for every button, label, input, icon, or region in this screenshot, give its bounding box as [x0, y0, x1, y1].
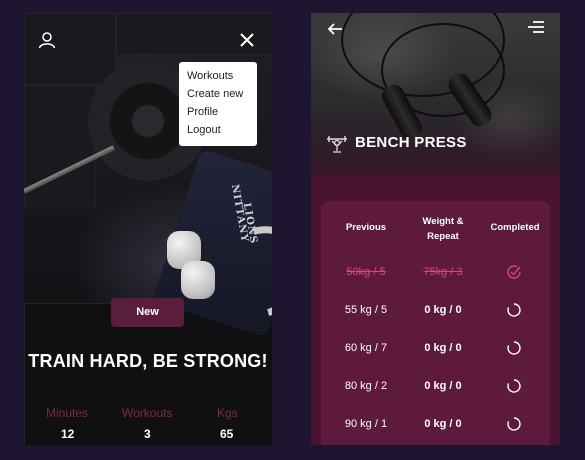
- bench-press-icon: [325, 131, 349, 159]
- menu-item-profile[interactable]: Profile: [179, 103, 257, 121]
- close-icon[interactable]: [240, 32, 254, 51]
- table-row: 60 kg / 7 0 kg / 0: [321, 341, 550, 379]
- new-button[interactable]: New: [111, 298, 184, 327]
- menu-item-logout[interactable]: Logout: [179, 121, 257, 139]
- header-previous: Previous: [345, 222, 387, 233]
- stat-value-kgs: 65: [220, 427, 234, 441]
- weight-repeat-cell[interactable]: 0 kg / 0: [403, 379, 483, 393]
- stat-label-workouts: Workouts: [122, 406, 173, 420]
- table-row: 55 kg / 5 0 kg / 0: [321, 303, 550, 341]
- exercise-title: BENCH PRESS: [355, 134, 467, 151]
- arrow-left-icon[interactable]: [327, 21, 343, 41]
- previous-cell: 80 kg / 2: [344, 380, 388, 392]
- check-circle-icon[interactable]: [506, 264, 522, 284]
- previous-cell: 90 kg / 1: [344, 418, 388, 430]
- home-screen: NITTANY LIONS Workouts Create new Profil…: [24, 13, 272, 445]
- user-icon[interactable]: [38, 31, 56, 53]
- weight-repeat-cell[interactable]: 0 kg / 0: [403, 341, 483, 355]
- previous-cell: 50kg / 5: [346, 266, 386, 278]
- table-row: 90 kg / 1 0 kg / 0: [321, 417, 550, 445]
- loading-circle-icon[interactable]: [506, 416, 522, 436]
- headphones-cup-right: [181, 261, 215, 299]
- table-row: 80 kg / 2 0 kg / 0: [321, 379, 550, 417]
- header-weight-repeat: Weight & Repeat: [422, 216, 464, 242]
- hamburger-icon[interactable]: [525, 19, 545, 39]
- weight-repeat-cell[interactable]: 75kg / 3: [403, 265, 483, 279]
- loading-circle-icon[interactable]: [506, 340, 522, 360]
- stat-label-minutes: Minutes: [46, 406, 89, 420]
- exercise-screen: BENCH PRESS Previous Weight & Repeat Com…: [311, 13, 560, 445]
- stat-value-minutes: 12: [61, 427, 75, 441]
- loading-circle-icon[interactable]: [506, 302, 522, 322]
- weight-repeat-cell[interactable]: 0 kg / 0: [403, 417, 483, 431]
- table-row: 50kg / 5 75kg / 3: [321, 265, 550, 303]
- loading-circle-icon[interactable]: [506, 378, 522, 398]
- stat-label-kgs: Kgs: [217, 406, 238, 420]
- previous-cell: 55 kg / 5: [344, 304, 388, 316]
- header-completed: Completed: [490, 222, 540, 233]
- menu-item-workouts[interactable]: Workouts: [179, 67, 257, 85]
- weight-repeat-cell[interactable]: 0 kg / 0: [403, 303, 483, 317]
- previous-cell: 60 kg / 7: [344, 342, 388, 354]
- menu-item-create-new[interactable]: Create new: [179, 85, 257, 103]
- sets-table: Previous Weight & Repeat Completed 50kg …: [321, 201, 550, 445]
- headline: TRAIN HARD, BE STRONG!: [28, 351, 268, 371]
- stat-value-workouts: 3: [144, 427, 151, 441]
- dropdown-menu: Workouts Create new Profile Logout: [179, 62, 257, 146]
